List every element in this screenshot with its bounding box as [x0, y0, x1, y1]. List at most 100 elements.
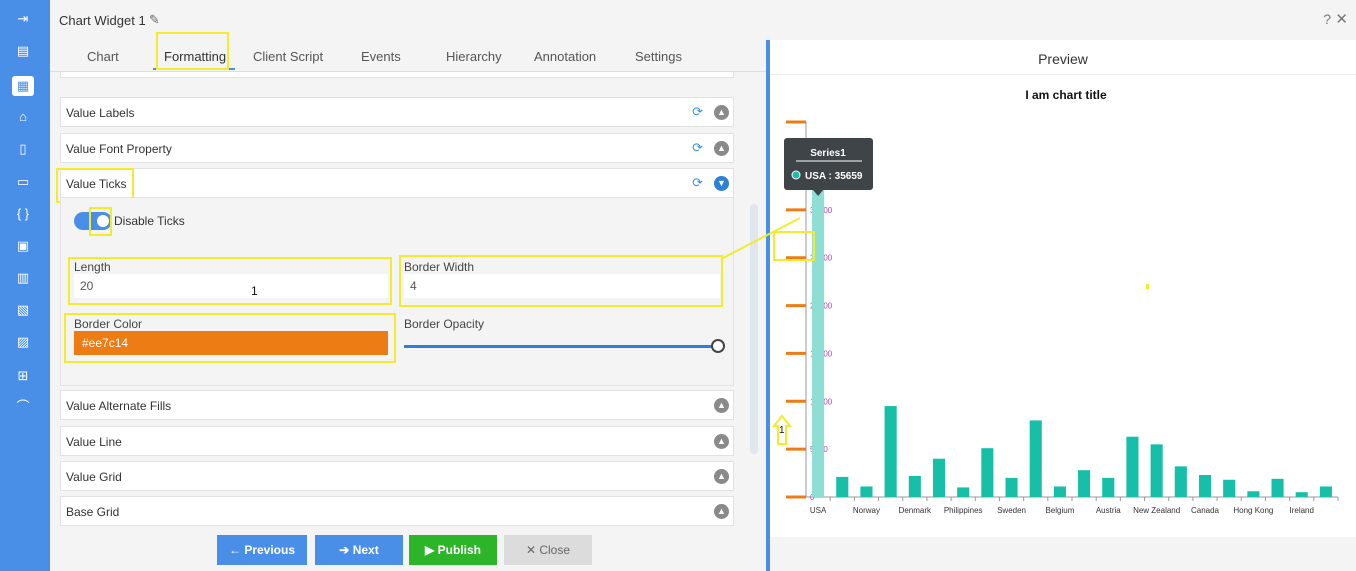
- tab-client-script[interactable]: Client Script: [253, 49, 323, 64]
- preview-header: Preview: [770, 40, 1356, 75]
- chevron-down-icon[interactable]: ▼: [714, 176, 729, 191]
- next-label: Next: [352, 543, 379, 557]
- left-icon-rail: ⇥ ▤ ▦ ⌂ ▯ ▭ { } ▣ ▥ ▧ ▨ ⊞ ⌒: [0, 0, 50, 571]
- tab-settings[interactable]: Settings: [635, 49, 682, 64]
- section-label: Value Labels: [66, 106, 135, 120]
- section-label: Base Grid: [66, 505, 120, 519]
- highlight-border-width: [399, 255, 723, 307]
- x-tick-label: Hong Kong: [1233, 506, 1273, 515]
- section-base-grid[interactable]: Base Grid ▲: [60, 496, 734, 526]
- bar: [1295, 492, 1308, 497]
- preview-pane: Preview I am chart title0500010000150002…: [770, 40, 1356, 571]
- tooltip-marker: [791, 170, 801, 180]
- chart-title: I am chart title: [1025, 88, 1107, 102]
- bar: [884, 406, 897, 497]
- tab-chart[interactable]: Chart: [87, 49, 119, 64]
- chevron-up-icon[interactable]: ▲: [714, 504, 729, 519]
- braces-icon[interactable]: { }: [12, 204, 34, 224]
- bar: [860, 486, 873, 497]
- map-icon[interactable]: ⌂: [12, 107, 34, 127]
- x-tick-label: Norway: [853, 506, 880, 515]
- highlight-formatting-tab: [156, 32, 229, 70]
- next-button[interactable]: ➔ Next: [315, 535, 403, 565]
- tab-events[interactable]: Events: [361, 49, 401, 64]
- bar: [1102, 477, 1115, 497]
- section-value-font-property[interactable]: Value Font Property ⟳ ▲: [60, 133, 734, 163]
- id-card-icon[interactable]: ▭: [12, 172, 34, 192]
- x-tick-label: Sweden: [997, 506, 1026, 515]
- section-previous[interactable]: ▲: [60, 72, 734, 78]
- dialog-header: Chart Widget 1 ✎ ? ✕: [50, 0, 1356, 40]
- tooltip-box: [784, 138, 873, 190]
- refresh-icon[interactable]: ⟳: [692, 175, 703, 191]
- section-value-alternate-fills[interactable]: Value Alternate Fills ▲: [60, 390, 734, 420]
- bar: [1029, 420, 1042, 497]
- bar: [1223, 479, 1236, 497]
- border-opacity-handle[interactable]: [711, 339, 725, 353]
- preview-title: Preview: [1038, 51, 1088, 67]
- panel-scrollbar[interactable]: [750, 204, 758, 454]
- tooltip-series: Series1: [810, 148, 846, 159]
- bar: [981, 448, 994, 497]
- disable-ticks-label: Disable Ticks: [114, 214, 185, 228]
- x-tick-label: Belgium: [1045, 506, 1074, 515]
- section-value-grid[interactable]: Value Grid ▲: [60, 461, 734, 491]
- section-label: Value Font Property: [66, 142, 172, 156]
- x-tick-label: New Zealand: [1133, 506, 1180, 515]
- chart-widget-editor: ⇥ ▤ ▦ ⌂ ▯ ▭ { } ▣ ▥ ▧ ▨ ⊞ ⌒ Chart Widget 1 ✎ ? ✕ Cha…: [0, 0, 1356, 571]
- bar: [812, 155, 825, 497]
- image-icon[interactable]: ▣: [12, 236, 34, 256]
- bar: [932, 458, 946, 497]
- border-opacity-label: Border Opacity: [404, 317, 485, 331]
- close-icon[interactable]: ✕: [1335, 10, 1348, 28]
- chevron-up-icon[interactable]: ▲: [714, 434, 729, 449]
- section-value-ticks[interactable]: Value Ticks ⟳ ▼: [60, 168, 734, 198]
- help-icon[interactable]: ?: [1323, 11, 1331, 27]
- preview-footer: [770, 537, 1356, 571]
- bar: [1198, 474, 1212, 497]
- tab-annotation[interactable]: Annotation: [534, 49, 596, 64]
- word-icon[interactable]: ▨: [12, 332, 34, 352]
- bar: [1247, 491, 1260, 497]
- line-chart-icon[interactable]: ⌒: [12, 397, 34, 417]
- bar-chart[interactable]: I am chart title050001000015000200002500…: [770, 76, 1356, 538]
- bar: [1078, 470, 1091, 497]
- close-button[interactable]: ✕ Close: [504, 535, 592, 565]
- chevron-up-icon[interactable]: ▲: [714, 398, 729, 413]
- section-value-labels[interactable]: Value Labels ⟳ ▲: [60, 97, 734, 127]
- publish-label: Publish: [437, 543, 481, 557]
- highlight-chart-tick: [773, 231, 815, 261]
- border-opacity-slider[interactable]: [404, 345, 720, 348]
- tree-icon[interactable]: ⊞: [12, 366, 34, 386]
- chevron-up-icon[interactable]: ▲: [714, 105, 729, 120]
- arrow-annotation-number: 1: [779, 425, 785, 436]
- publish-button[interactable]: ▶ Publish: [409, 535, 497, 565]
- bar: [1005, 477, 1018, 497]
- refresh-icon[interactable]: ⟳: [692, 104, 703, 120]
- file-icon[interactable]: ▯: [12, 139, 34, 159]
- highlight-length: [68, 257, 392, 305]
- bar: [957, 487, 970, 497]
- section-label: Value Line: [66, 435, 122, 449]
- bar: [908, 475, 921, 497]
- bar: [1126, 436, 1139, 497]
- bar: [1319, 486, 1332, 497]
- table-icon[interactable]: ▤: [12, 41, 34, 61]
- dialog-footer: ← Previous ➔ Next ▶ Publish ✕ Close: [50, 527, 766, 571]
- highlight-border-color: [64, 313, 396, 363]
- chart-icon[interactable]: ▦: [12, 76, 34, 96]
- tab-hierarchy[interactable]: Hierarchy: [446, 49, 502, 64]
- highlight-toggle: [89, 207, 112, 236]
- x-tick-label: Canada: [1191, 506, 1220, 515]
- layout-icon[interactable]: ▥: [12, 268, 34, 288]
- edit-icon[interactable]: ✎: [149, 12, 160, 28]
- login-icon[interactable]: ⇥: [12, 9, 34, 29]
- chevron-up-icon[interactable]: ▲: [714, 141, 729, 156]
- previous-button[interactable]: ← Previous: [217, 535, 307, 565]
- excel-icon[interactable]: ▧: [12, 300, 34, 320]
- refresh-icon[interactable]: ⟳: [692, 140, 703, 156]
- bar: [836, 476, 849, 497]
- section-value-line[interactable]: Value Line ▲: [60, 426, 734, 456]
- chevron-up-icon[interactable]: ▲: [714, 469, 729, 484]
- annotation-dot: [1146, 284, 1149, 289]
